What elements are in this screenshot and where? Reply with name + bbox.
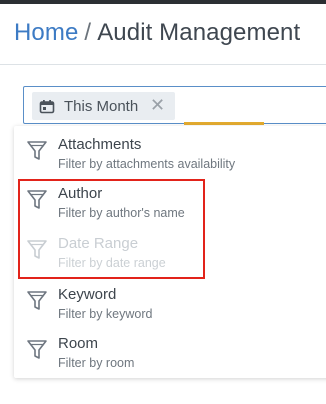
filter-chip-label: This Month bbox=[64, 98, 139, 115]
top-bar bbox=[0, 0, 326, 4]
menu-item-keyword[interactable]: Keyword Filter by keyword bbox=[14, 278, 326, 326]
active-input-underline bbox=[184, 122, 264, 125]
filter-funnel-icon bbox=[27, 340, 47, 359]
filter-chip-this-month[interactable]: This Month ✕ bbox=[32, 92, 175, 120]
header-divider bbox=[0, 64, 326, 65]
menu-item-description: Filter by keyword bbox=[58, 307, 153, 321]
filter-funnel-icon bbox=[27, 190, 47, 209]
close-icon[interactable]: ✕ bbox=[150, 95, 165, 115]
menu-item-author[interactable]: Author Filter by author's name bbox=[14, 177, 326, 225]
filter-funnel-icon bbox=[27, 291, 47, 310]
menu-item-title: Date Range bbox=[58, 235, 139, 252]
menu-item-description: Filter by author's name bbox=[58, 206, 185, 220]
filter-dropdown-menu: Attachments Filter by attachments availa… bbox=[14, 126, 326, 378]
menu-item-description: Filter by attachments availability bbox=[58, 157, 236, 171]
filter-bar[interactable]: This Month ✕ bbox=[23, 86, 326, 125]
breadcrumb-home-link[interactable]: Home bbox=[14, 19, 78, 46]
page-title: Audit Management bbox=[97, 19, 301, 46]
filter-funnel-icon bbox=[27, 141, 47, 160]
menu-item-date-range: Date Range Filter by date range bbox=[14, 227, 326, 275]
breadcrumb-separator: / bbox=[84, 19, 92, 46]
filter-funnel-icon bbox=[27, 240, 47, 259]
menu-item-description: Filter by room bbox=[58, 356, 135, 370]
menu-item-description: Filter by date range bbox=[58, 256, 166, 270]
menu-item-title: Attachments bbox=[58, 136, 142, 153]
breadcrumb: Home / Audit Management bbox=[14, 19, 300, 47]
menu-item-attachments[interactable]: Attachments Filter by attachments availa… bbox=[14, 128, 326, 176]
calendar-icon bbox=[39, 100, 55, 114]
menu-item-title: Room bbox=[58, 335, 99, 352]
menu-item-room[interactable]: Room Filter by room bbox=[14, 327, 326, 375]
menu-item-title: Keyword bbox=[58, 286, 117, 303]
menu-item-title: Author bbox=[58, 185, 103, 202]
